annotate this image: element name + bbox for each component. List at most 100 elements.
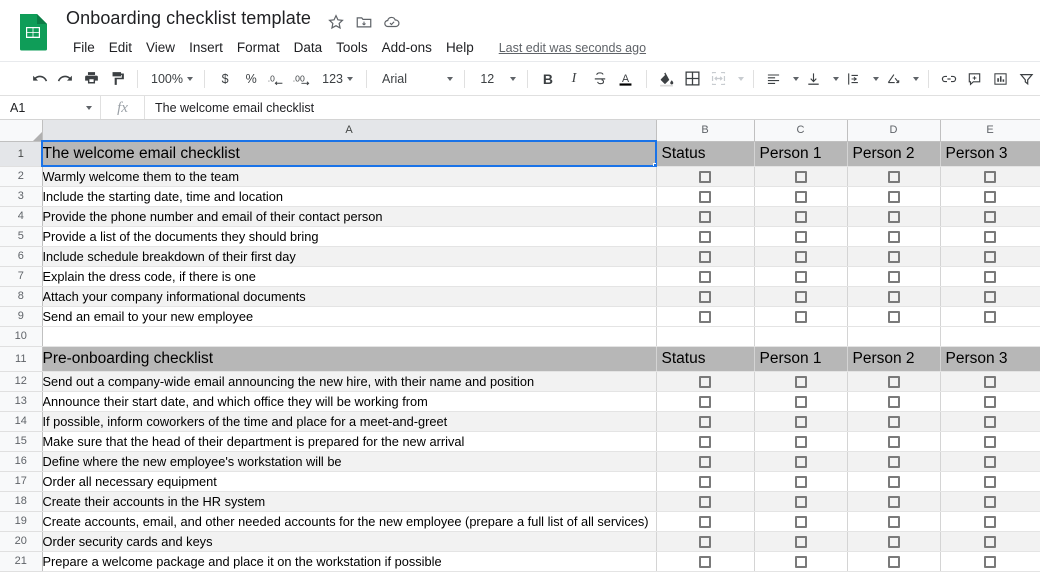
row-header-5[interactable]: 5 [0, 226, 43, 247]
checkbox[interactable] [794, 311, 807, 324]
row-header-1[interactable]: 1 [0, 141, 43, 167]
vertical-align-dropdown[interactable] [827, 66, 841, 92]
cell-B18[interactable] [656, 491, 755, 512]
checkbox[interactable] [699, 476, 711, 489]
checkbox[interactable] [794, 211, 807, 224]
checkbox[interactable] [984, 171, 996, 184]
checkbox[interactable] [887, 191, 900, 204]
row-header-18[interactable]: 18 [0, 491, 43, 512]
checkbox[interactable] [887, 416, 900, 429]
checkbox[interactable] [699, 211, 711, 224]
cell-C14[interactable] [754, 411, 848, 432]
zoom-selector[interactable]: 100% [145, 66, 197, 92]
checkbox[interactable] [794, 516, 807, 529]
cell-A18[interactable]: Create their accounts in the HR system [42, 491, 657, 512]
cell-B3[interactable] [656, 186, 755, 207]
cell-D9[interactable] [847, 306, 941, 327]
checkbox[interactable] [794, 416, 807, 429]
formula-input[interactable] [145, 96, 1040, 119]
checkbox[interactable] [984, 416, 996, 429]
cell-E20[interactable] [940, 531, 1040, 552]
cell-B19[interactable] [656, 511, 755, 532]
fill-color-icon[interactable] [654, 66, 680, 92]
cell-D16[interactable] [847, 451, 941, 472]
row-header-19[interactable]: 19 [0, 511, 43, 532]
select-all-corner[interactable] [0, 120, 43, 142]
spreadsheet-grid[interactable]: A B C D E 1 The welcome email checklist St… [0, 120, 1040, 581]
cell-C8[interactable] [754, 286, 848, 307]
checkbox[interactable] [887, 536, 900, 549]
cell-D20[interactable] [847, 531, 941, 552]
checkbox[interactable] [794, 496, 807, 509]
cell-B5[interactable] [656, 226, 755, 247]
row-header-13[interactable]: 13 [0, 391, 43, 412]
row-header-16[interactable]: 16 [0, 451, 43, 472]
cell-E16[interactable] [940, 451, 1040, 472]
checkbox[interactable] [699, 516, 711, 529]
cell-D4[interactable] [847, 206, 941, 227]
horizontal-align-dropdown[interactable] [787, 66, 801, 92]
checkbox[interactable] [887, 436, 900, 449]
menu-tools[interactable]: Tools [329, 38, 375, 57]
percent-format-button[interactable]: % [238, 66, 264, 92]
cell-A4[interactable]: Provide the phone number and email of th… [42, 206, 657, 227]
cell-D17[interactable] [847, 471, 941, 492]
move-to-folder-icon[interactable] [355, 13, 373, 31]
column-header-a[interactable]: A [42, 120, 657, 142]
text-wrapping-dropdown[interactable] [867, 66, 881, 92]
checkbox[interactable] [984, 191, 996, 204]
row-header-4[interactable]: 4 [0, 206, 43, 227]
cell-B11[interactable]: Status [656, 346, 755, 372]
cell-B16[interactable] [656, 451, 755, 472]
checkbox[interactable] [887, 171, 900, 184]
checkbox[interactable] [699, 376, 711, 389]
checkbox[interactable] [887, 231, 900, 244]
cell-B13[interactable] [656, 391, 755, 412]
cell-E8[interactable] [940, 286, 1040, 307]
cell-A9[interactable]: Send an email to your new employee [42, 306, 657, 327]
cell-E11[interactable]: Person 3 [940, 346, 1040, 372]
checkbox[interactable] [887, 291, 900, 304]
cell-A10[interactable] [42, 326, 657, 347]
cell-E14[interactable] [940, 411, 1040, 432]
checkbox[interactable] [984, 251, 996, 264]
text-wrapping-icon[interactable] [841, 66, 867, 92]
row-header-7[interactable]: 7 [0, 266, 43, 287]
cell-C1[interactable]: Person 1 [754, 141, 848, 167]
menu-file[interactable]: File [66, 38, 102, 57]
cell-A2[interactable]: Warmly welcome them to the team [42, 166, 657, 187]
insert-link-icon[interactable] [936, 66, 962, 92]
checkbox[interactable] [794, 171, 807, 184]
checkbox[interactable] [699, 231, 711, 244]
cell-B21[interactable] [656, 551, 755, 572]
row-header-20[interactable]: 20 [0, 531, 43, 552]
checkbox[interactable] [699, 191, 711, 204]
cell-B6[interactable] [656, 246, 755, 267]
cell-B14[interactable] [656, 411, 755, 432]
checkbox[interactable] [699, 436, 711, 449]
text-color-button[interactable]: A [613, 66, 639, 92]
checkbox[interactable] [887, 251, 900, 264]
column-header-e[interactable]: E [940, 120, 1040, 142]
row-header-14[interactable]: 14 [0, 411, 43, 432]
cell-A15[interactable]: Make sure that the head of their departm… [42, 431, 657, 452]
menu-format[interactable]: Format [230, 38, 287, 57]
document-title[interactable]: Onboarding checklist template [66, 8, 311, 29]
checkbox[interactable] [887, 311, 900, 324]
last-edit-status[interactable]: Last edit was seconds ago [499, 41, 646, 55]
checkbox[interactable] [984, 376, 996, 389]
cell-D2[interactable] [847, 166, 941, 187]
cell-E19[interactable] [940, 511, 1040, 532]
menu-help[interactable]: Help [439, 38, 481, 57]
row-header-8[interactable]: 8 [0, 286, 43, 307]
row-header-15[interactable]: 15 [0, 431, 43, 452]
row-header-2[interactable]: 2 [0, 166, 43, 187]
cell-B8[interactable] [656, 286, 755, 307]
checkbox[interactable] [699, 271, 711, 284]
increase-decimal-button[interactable]: .00 [290, 66, 316, 92]
cell-A6[interactable]: Include schedule breakdown of their firs… [42, 246, 657, 267]
decrease-decimal-button[interactable]: .0 [264, 66, 290, 92]
cell-B20[interactable] [656, 531, 755, 552]
menu-view[interactable]: View [139, 38, 182, 57]
strikethrough-button[interactable] [587, 66, 613, 92]
